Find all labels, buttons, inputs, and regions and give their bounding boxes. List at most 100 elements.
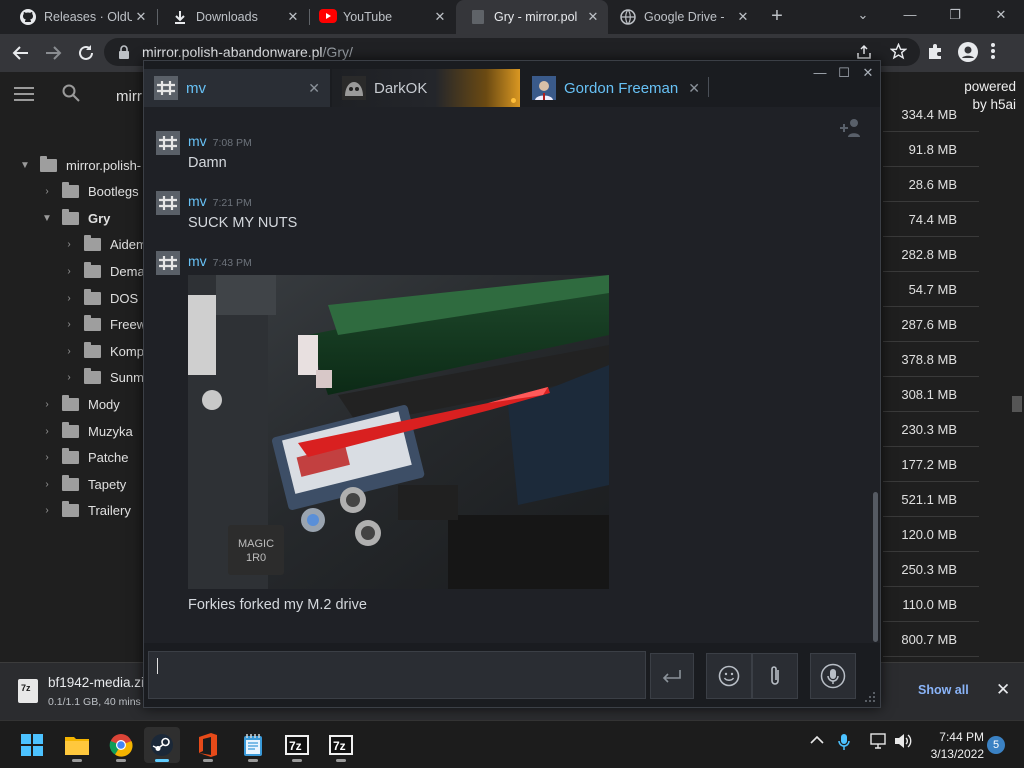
share-icon[interactable] [856, 44, 872, 60]
chevron-right-icon[interactable]: › [62, 293, 76, 304]
file-size-cell: 120.0 MB [883, 517, 979, 552]
avatar[interactable] [156, 251, 180, 275]
new-tab-button[interactable]: + [766, 6, 788, 28]
message-sender[interactable]: mv 7:08 PM [188, 133, 252, 149]
download-filename[interactable]: bf1942-media.zip [48, 675, 152, 690]
taskbar-7zip[interactable]: 7z [279, 727, 315, 763]
profile-icon[interactable] [958, 42, 980, 64]
close-window-button[interactable]: ✕ [988, 4, 1014, 26]
close-icon[interactable]: ✕ [308, 80, 320, 97]
close-icon[interactable]: ✕ [284, 9, 302, 25]
browser-tab-gry[interactable]: Gry - mirror.pol ✕ [456, 0, 608, 34]
page-icon [470, 9, 486, 25]
avatar[interactable] [156, 191, 180, 215]
message-sender[interactable]: mv 7:43 PM [188, 253, 252, 269]
tree-item[interactable]: › Mody [40, 392, 120, 416]
message-input[interactable] [148, 651, 646, 699]
tree-item[interactable]: › Sunme [62, 366, 151, 390]
send-button[interactable] [650, 653, 694, 699]
browser-tab-youtube[interactable]: YouTube ✕ [305, 0, 455, 34]
close-icon[interactable]: ✕ [132, 9, 150, 25]
emoticon-button[interactable] [706, 653, 752, 699]
tree-item[interactable]: › Freewa [62, 313, 153, 337]
avatar[interactable] [156, 131, 180, 155]
microphone-icon[interactable] [838, 733, 858, 751]
maximize-button[interactable]: ☐ [834, 65, 854, 83]
taskbar-chrome[interactable] [103, 727, 139, 763]
taskbar-notepad[interactable] [235, 727, 271, 763]
extensions-puzzle-icon[interactable] [926, 42, 948, 64]
taskbar-office[interactable] [190, 727, 226, 763]
resize-grip-icon[interactable] [864, 691, 876, 703]
bookmark-star-icon[interactable] [890, 43, 907, 60]
browser-tab-downloads[interactable]: Downloads ✕ [158, 0, 308, 34]
folder-icon [62, 474, 79, 491]
youtube-icon [319, 9, 337, 25]
chevron-right-icon[interactable]: › [62, 239, 76, 250]
reload-button[interactable] [75, 42, 97, 64]
page-scrollbar[interactable] [1012, 396, 1022, 412]
chat-tab-darkok[interactable]: DarkOK [332, 69, 520, 107]
browser-tab-google-drive[interactable]: Google Drive - ✕ [606, 0, 758, 34]
chevron-down-icon[interactable]: ▼ [18, 160, 32, 171]
tree-item[interactable]: › Patche [40, 446, 128, 470]
tab-search-button[interactable]: ⌄ [850, 4, 876, 26]
chevron-right-icon[interactable]: › [62, 266, 76, 277]
chevron-right-icon[interactable]: › [62, 372, 76, 383]
chevron-right-icon[interactable]: › [40, 186, 54, 197]
tree-item[interactable]: › Bootlegs ( [40, 180, 147, 204]
show-all-button[interactable]: Show all [918, 683, 969, 697]
restore-button[interactable]: ❐ [942, 4, 968, 26]
search-icon[interactable] [62, 84, 80, 102]
chevron-right-icon[interactable]: › [40, 452, 54, 463]
tab-title: Google Drive - [644, 10, 725, 24]
message-sender[interactable]: mv 7:21 PM [188, 193, 252, 209]
chevron-right-icon[interactable]: › [40, 479, 54, 490]
taskbar-file-explorer[interactable] [59, 727, 95, 763]
network-icon[interactable] [870, 733, 890, 749]
chat-tab-gordon-freeman[interactable]: Gordon Freeman ✕ [522, 69, 710, 107]
chevron-right-icon[interactable]: › [62, 346, 76, 357]
tree-item[interactable]: › DOS [62, 286, 138, 310]
chevron-right-icon[interactable]: › [40, 505, 54, 516]
minimize-button[interactable]: — [810, 65, 830, 83]
chevron-up-icon[interactable] [810, 735, 830, 745]
close-icon[interactable]: ✕ [734, 9, 752, 25]
hamburger-menu-icon[interactable] [14, 86, 34, 102]
close-icon[interactable]: ✕ [688, 80, 700, 97]
volume-icon[interactable] [894, 733, 914, 749]
voice-chat-button[interactable] [810, 653, 856, 699]
chevron-right-icon[interactable]: › [40, 426, 54, 437]
menu-kebab-icon[interactable] [990, 42, 1012, 64]
close-download-bar-button[interactable]: ✕ [996, 680, 1010, 700]
close-window-button[interactable]: ✕ [858, 65, 878, 83]
tree-item[interactable]: › Aidem [62, 233, 147, 257]
attach-button[interactable] [752, 653, 798, 699]
minimize-button[interactable]: — [897, 4, 923, 26]
add-friend-icon[interactable] [838, 117, 862, 139]
system-clock[interactable]: 7:44 PM 3/13/2022 [922, 729, 984, 763]
start-button[interactable] [14, 727, 50, 763]
tree-item[interactable]: › Kompu [62, 339, 151, 363]
shared-photo[interactable]: MAGIC 1R0 [188, 275, 609, 589]
chevron-right-icon[interactable]: › [40, 399, 54, 410]
browser-tab-github[interactable]: Releases · OldU ✕ [6, 0, 156, 34]
close-icon[interactable]: ✕ [584, 9, 602, 25]
forward-button[interactable] [42, 42, 64, 64]
chevron-down-icon[interactable]: ▼ [40, 213, 54, 224]
back-button[interactable] [10, 42, 32, 64]
tree-item[interactable]: ▼ mirror.polish- [18, 153, 141, 177]
close-icon[interactable]: ✕ [431, 9, 449, 25]
lock-icon[interactable] [118, 45, 130, 59]
tree-item[interactable]: › Tapety [40, 472, 126, 496]
taskbar-steam[interactable] [144, 727, 180, 763]
taskbar-7zip-2[interactable]: 7z [323, 727, 359, 763]
chat-scrollbar[interactable] [873, 492, 878, 642]
notification-badge[interactable]: 5 [987, 736, 1005, 754]
chat-tab-mv[interactable]: mv ✕ [144, 69, 330, 107]
chevron-right-icon[interactable]: › [62, 319, 76, 330]
tree-item[interactable]: › Dema [62, 259, 145, 283]
tree-item[interactable]: › Muzyka [40, 419, 133, 443]
tree-item[interactable]: › Trailery [40, 499, 131, 523]
tree-item[interactable]: ▼ Gry [40, 206, 110, 230]
